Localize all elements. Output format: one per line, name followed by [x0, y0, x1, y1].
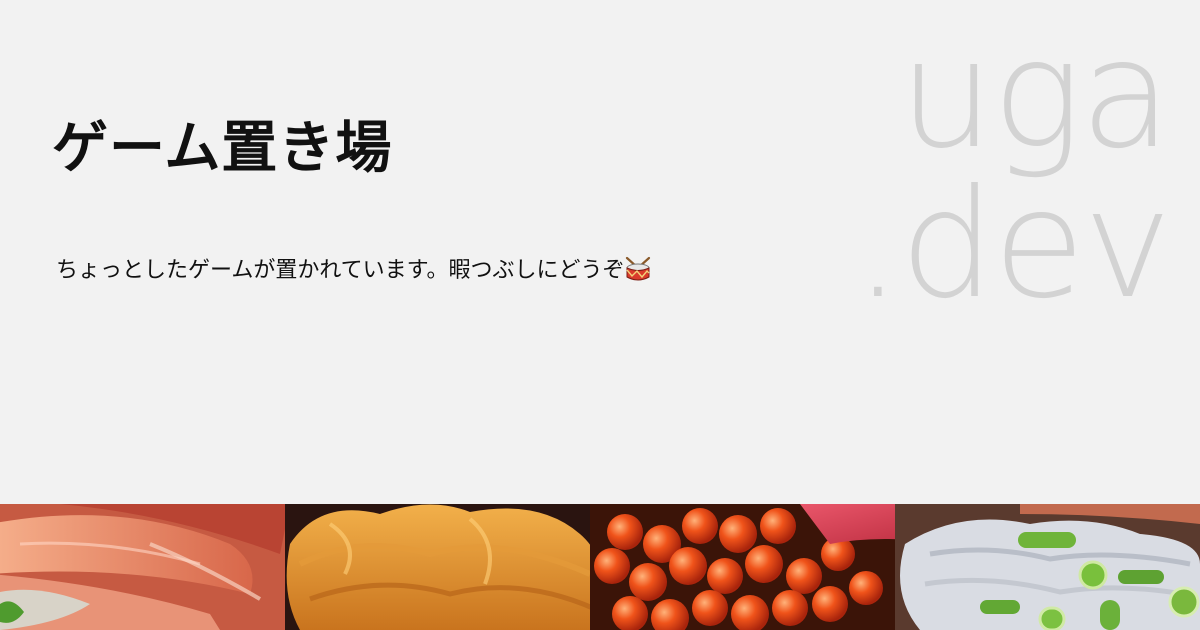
drum-icon	[624, 255, 652, 283]
page-title: ゲーム置き場	[52, 116, 393, 181]
logo-line-uga: uga	[898, 8, 1172, 182]
page-description: ちょっとしたゲームが置かれています。暇つぶしにどうぞ	[56, 255, 652, 286]
sushi-photo-illustration	[0, 504, 1200, 630]
og-card: ゲーム置き場 ちょっとしたゲームが置かれています。暇つぶしにどうぞ uga .d…	[0, 0, 1200, 630]
description-text: ちょっとしたゲームが置かれています。暇つぶしにどうぞ	[56, 258, 625, 283]
sushi-banner-image	[0, 504, 1200, 630]
site-logo: uga .dev	[854, 8, 1172, 320]
logo-line-dev: .dev	[854, 158, 1172, 332]
